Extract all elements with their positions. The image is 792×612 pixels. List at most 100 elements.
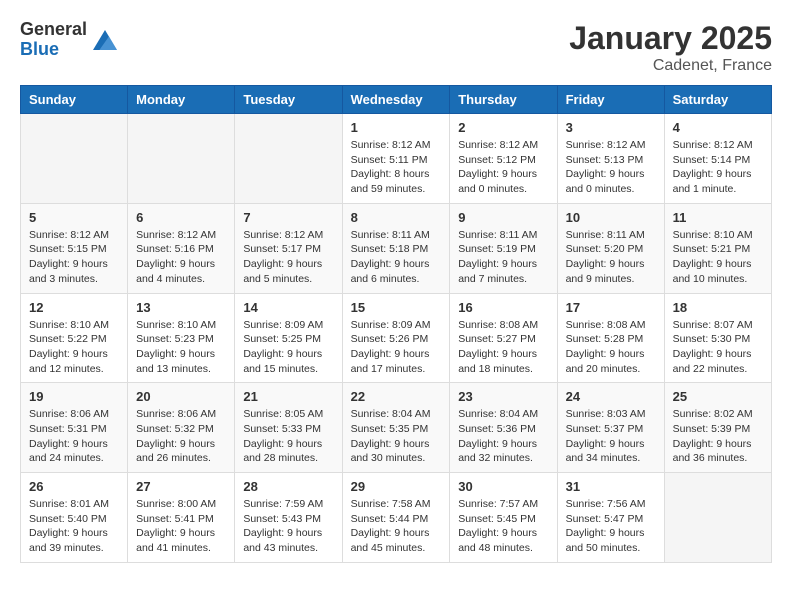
calendar-cell: 18 Sunrise: 8:07 AMSunset: 5:30 PMDayligh… [664,293,771,383]
day-number: 18 [673,300,763,315]
day-info: Sunrise: 8:11 AMSunset: 5:18 PMDaylight:… [351,228,442,287]
day-number: 25 [673,389,763,404]
calendar-cell: 2 Sunrise: 8:12 AMSunset: 5:12 PMDaylight… [450,114,557,204]
day-number: 30 [458,479,548,494]
calendar-cell: 25 Sunrise: 8:02 AMSunset: 5:39 PMDayligh… [664,383,771,473]
day-number: 3 [566,120,656,135]
day-number: 21 [243,389,333,404]
day-number: 24 [566,389,656,404]
calendar-cell: 13Sunrise: 8:10 AMSunset: 5:23 PMDayligh… [128,293,235,383]
day-number: 17 [566,300,656,315]
day-number: 23 [458,389,548,404]
day-info: Sunrise: 7:57 AMSunset: 5:45 PMDaylight:… [458,497,548,556]
month-title: January 2025 [569,20,772,57]
calendar-cell: 14 Sunrise: 8:09 AMSunset: 5:25 PMDayligh… [235,293,342,383]
calendar-cell: 31 Sunrise: 7:56 AMSunset: 5:47 PMDayligh… [557,473,664,563]
day-info: Sunrise: 8:02 AMSunset: 5:39 PMDaylight:… [673,407,763,466]
day-number: 2 [458,120,548,135]
day-info: Sunrise: 8:12 AMSunset: 5:17 PMDaylight:… [243,228,333,287]
calendar-cell: 20 Sunrise: 8:06 AMSunset: 5:32 PMDayligh… [128,383,235,473]
location-title: Cadenet, France [569,57,772,75]
day-info: Sunrise: 8:09 AMSunset: 5:25 PMDaylight:… [243,318,333,377]
day-info: Sunrise: 8:08 AMSunset: 5:27 PMDaylight:… [458,318,548,377]
day-info: Sunrise: 8:03 AMSunset: 5:37 PMDaylight:… [566,407,656,466]
day-number: 20 [136,389,226,404]
calendar-cell [235,114,342,204]
calendar-cell: 10Sunrise: 8:11 AMSunset: 5:20 PMDayligh… [557,203,664,293]
calendar-cell: 30 Sunrise: 7:57 AMSunset: 5:45 PMDayligh… [450,473,557,563]
day-number: 29 [351,479,442,494]
calendar-table: Sunday Monday Tuesday Wednesday Thursday… [20,85,772,563]
calendar-cell: 6 Sunrise: 8:12 AMSunset: 5:16 PMDaylight… [128,203,235,293]
col-tuesday: Tuesday [235,86,342,114]
col-monday: Monday [128,86,235,114]
day-info: Sunrise: 8:12 AMSunset: 5:13 PMDaylight:… [566,138,656,197]
day-info: Sunrise: 7:59 AMSunset: 5:43 PMDaylight:… [243,497,333,556]
day-number: 22 [351,389,442,404]
day-number: 14 [243,300,333,315]
day-number: 9 [458,210,548,225]
day-info: Sunrise: 8:12 AMSunset: 5:12 PMDaylight:… [458,138,548,197]
day-info: Sunrise: 8:07 AMSunset: 5:30 PMDaylight:… [673,318,763,377]
day-info: Sunrise: 8:10 AMSunset: 5:23 PMDaylight:… [136,318,226,377]
day-number: 4 [673,120,763,135]
calendar-cell: 17 Sunrise: 8:08 AMSunset: 5:28 PMDayligh… [557,293,664,383]
day-info: Sunrise: 8:04 AMSunset: 5:36 PMDaylight:… [458,407,548,466]
calendar-cell [664,473,771,563]
day-number: 6 [136,210,226,225]
calendar-cell: 21 Sunrise: 8:05 AMSunset: 5:33 PMDayligh… [235,383,342,473]
col-wednesday: Wednesday [342,86,450,114]
col-friday: Friday [557,86,664,114]
day-info: Sunrise: 8:10 AMSunset: 5:22 PMDaylight:… [29,318,119,377]
logo: General Blue [20,20,117,60]
calendar-cell: 29 Sunrise: 7:58 AMSunset: 5:44 PMDayligh… [342,473,450,563]
calendar-cell: 7Sunrise: 8:12 AMSunset: 5:17 PMDaylight… [235,203,342,293]
calendar-cell: 28 Sunrise: 7:59 AMSunset: 5:43 PMDayligh… [235,473,342,563]
calendar-cell: 3 Sunrise: 8:12 AMSunset: 5:13 PMDaylight… [557,114,664,204]
week-row-1: 1 Sunrise: 8:12 AMSunset: 5:11 PMDaylight… [21,114,772,204]
logo-general: General [20,20,87,40]
col-sunday: Sunday [21,86,128,114]
day-info: Sunrise: 8:12 AMSunset: 5:15 PMDaylight:… [29,228,119,287]
calendar-cell: 5Sunrise: 8:12 AMSunset: 5:15 PMDaylight… [21,203,128,293]
calendar-cell: 22Sunrise: 8:04 AMSunset: 5:35 PMDayligh… [342,383,450,473]
calendar-cell: 26Sunrise: 8:01 AMSunset: 5:40 PMDayligh… [21,473,128,563]
day-info: Sunrise: 7:56 AMSunset: 5:47 PMDaylight:… [566,497,656,556]
day-number: 28 [243,479,333,494]
calendar-cell: 12 Sunrise: 8:10 AMSunset: 5:22 PMDayligh… [21,293,128,383]
day-number: 16 [458,300,548,315]
calendar-cell: 11Sunrise: 8:10 AMSunset: 5:21 PMDayligh… [664,203,771,293]
calendar-cell [21,114,128,204]
calendar-cell: 9 Sunrise: 8:11 AMSunset: 5:19 PMDaylight… [450,203,557,293]
day-info: Sunrise: 8:12 AMSunset: 5:11 PMDaylight:… [351,138,442,197]
day-number: 27 [136,479,226,494]
day-info: Sunrise: 8:06 AMSunset: 5:32 PMDaylight:… [136,407,226,466]
day-number: 10 [566,210,656,225]
day-number: 12 [29,300,119,315]
day-info: Sunrise: 8:06 AMSunset: 5:31 PMDaylight:… [29,407,119,466]
day-info: Sunrise: 8:09 AMSunset: 5:26 PMDaylight:… [351,318,442,377]
day-number: 8 [351,210,442,225]
logo-blue: Blue [20,40,87,60]
day-info: Sunrise: 8:12 AMSunset: 5:16 PMDaylight:… [136,228,226,287]
day-info: Sunrise: 8:11 AMSunset: 5:19 PMDaylight:… [458,228,548,287]
day-number: 31 [566,479,656,494]
day-number: 1 [351,120,442,135]
day-number: 26 [29,479,119,494]
week-row-3: 12 Sunrise: 8:10 AMSunset: 5:22 PMDayligh… [21,293,772,383]
day-info: Sunrise: 7:58 AMSunset: 5:44 PMDaylight:… [351,497,442,556]
day-info: Sunrise: 8:08 AMSunset: 5:28 PMDaylight:… [566,318,656,377]
col-thursday: Thursday [450,86,557,114]
logo-icon [93,30,117,50]
day-info: Sunrise: 8:00 AMSunset: 5:41 PMDaylight:… [136,497,226,556]
calendar-cell [128,114,235,204]
page-header: General Blue January 2025 Cadenet, Franc… [20,20,772,75]
day-info: Sunrise: 8:05 AMSunset: 5:33 PMDaylight:… [243,407,333,466]
calendar-cell: 16 Sunrise: 8:08 AMSunset: 5:27 PMDayligh… [450,293,557,383]
week-row-4: 19Sunrise: 8:06 AMSunset: 5:31 PMDayligh… [21,383,772,473]
calendar-header-row: Sunday Monday Tuesday Wednesday Thursday… [21,86,772,114]
calendar-cell: 8 Sunrise: 8:11 AMSunset: 5:18 PMDaylight… [342,203,450,293]
calendar-cell: 1 Sunrise: 8:12 AMSunset: 5:11 PMDaylight… [342,114,450,204]
calendar-cell: 19Sunrise: 8:06 AMSunset: 5:31 PMDayligh… [21,383,128,473]
week-row-5: 26Sunrise: 8:01 AMSunset: 5:40 PMDayligh… [21,473,772,563]
